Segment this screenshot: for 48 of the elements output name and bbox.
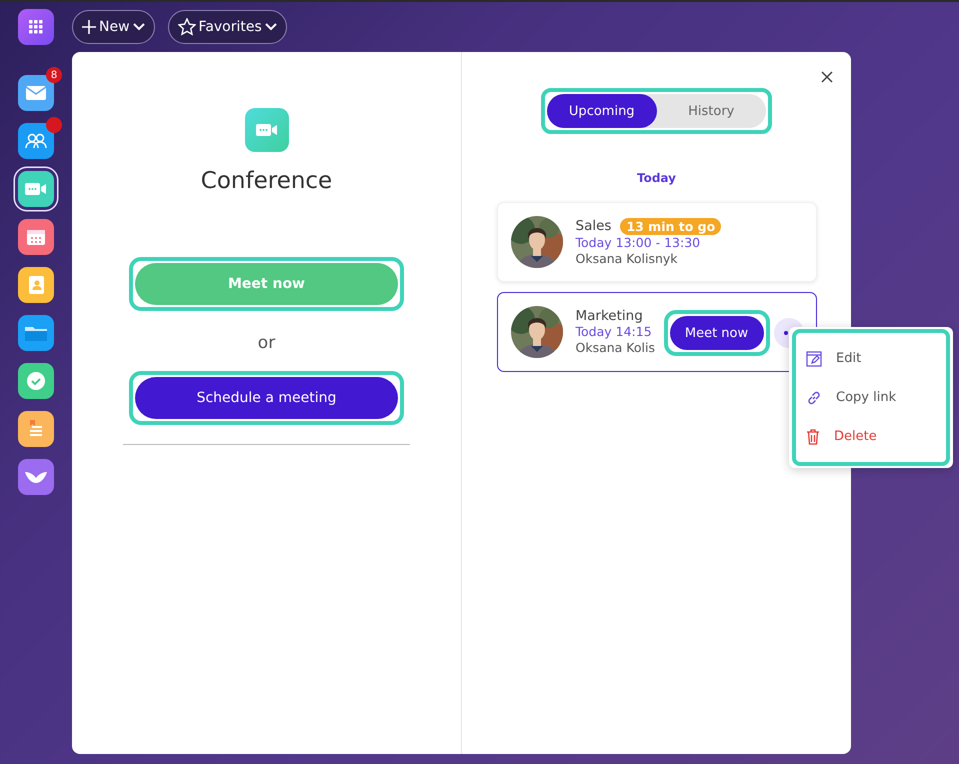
menu-item[interactable]: Delete (796, 417, 946, 456)
calendar-icon (26, 228, 46, 246)
checkmark-icon (26, 371, 46, 391)
star-icon (178, 18, 196, 36)
caret-icon (132, 23, 145, 31)
tab[interactable]: History (656, 94, 766, 128)
contact-book-icon (27, 275, 45, 295)
unread-badge: 8 (46, 67, 62, 83)
meeting-card[interactable]: Marketing Today 14:15 Oksana Kolis Meet now (496, 292, 816, 372)
meeting-card[interactable]: Sales 13 min to go Today 13:00 - 13:30 Oksana Kolisnyk (496, 202, 816, 282)
new-button[interactable]: New (72, 10, 155, 44)
camera-glyph-icon (256, 123, 278, 137)
app-icon-button[interactable] (18, 219, 54, 255)
people-icon (24, 133, 48, 149)
tab[interactable]: Upcoming (547, 94, 656, 128)
meeting-title: Sales (576, 218, 612, 234)
menu-item[interactable]: Copy link (796, 378, 946, 417)
app-icon-button[interactable] (18, 123, 54, 159)
envelope-icon (25, 85, 47, 101)
meet-now-button[interactable]: Meet now (670, 316, 764, 350)
link-icon (806, 390, 822, 406)
or-separator: or (258, 333, 276, 353)
folder-icon (24, 324, 48, 342)
app-icon-button[interactable] (18, 459, 54, 495)
caret-icon (264, 23, 277, 31)
countdown-badge: 13 min to go (620, 218, 722, 234)
notebook-icon (27, 419, 45, 439)
app-icon-button[interactable] (18, 267, 54, 303)
app-icon-button[interactable] (18, 315, 54, 351)
meeting-title: Marketing (576, 308, 643, 324)
meeting-time: Today 14:15 (576, 324, 653, 340)
close-icon (821, 71, 833, 83)
section-heading: Today (637, 171, 676, 185)
organizer-name: Oksana Kolis (576, 340, 655, 356)
plus-icon (82, 20, 96, 34)
edit-icon (806, 350, 822, 366)
app-launcher-button[interactable] (18, 9, 54, 45)
grid-icon (29, 20, 43, 34)
app-icon-button[interactable] (18, 171, 54, 207)
app-icon-button[interactable] (18, 411, 54, 447)
schedule-meeting-button[interactable]: Schedule a meeting (135, 377, 398, 419)
app-icon-button[interactable] (18, 363, 54, 399)
meeting-time: Today 13:00 - 13:30 (576, 234, 702, 250)
trash-icon (806, 428, 820, 444)
video-camera-icon (25, 182, 47, 196)
organizer-name: Oksana Kolisnyk (576, 250, 679, 266)
favorites-button[interactable]: Favorites (168, 10, 287, 44)
panel-title: Conference (200, 168, 332, 194)
